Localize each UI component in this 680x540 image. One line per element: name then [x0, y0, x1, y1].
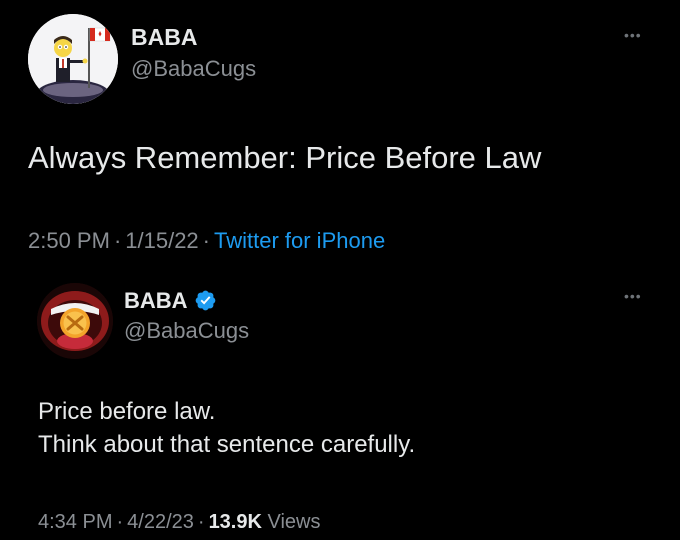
display-name[interactable]: BABA — [124, 289, 217, 312]
coin-in-mouth-avatar-icon — [37, 283, 113, 359]
verified-badge-icon — [195, 290, 215, 311]
tweet-2: BABA @BabaCugs ••• Price before law. Thi… — [0, 275, 680, 540]
tweet-text-line: Price before law. — [38, 398, 216, 425]
tweet-meta: 2:50 PM · 1/15/22 · Twitter for iPhone — [28, 230, 385, 252]
meta-separator: · — [113, 228, 122, 253]
meta-separator: · — [116, 511, 124, 533]
profile-avatar[interactable] — [28, 14, 118, 104]
tweet-time[interactable]: 4:34 PM — [38, 511, 112, 533]
more-options-icon[interactable]: ••• — [624, 28, 642, 42]
user-handle[interactable]: @BabaCugs — [131, 58, 256, 80]
views-label[interactable]: Views — [268, 511, 321, 533]
tweet-text-line: Always Remember: Price Before Law — [28, 140, 542, 175]
more-options-icon[interactable]: ••• — [624, 289, 642, 303]
tweet-time[interactable]: 2:50 PM — [28, 228, 110, 253]
meta-separator: · — [202, 228, 210, 253]
profile-avatar[interactable] — [37, 283, 113, 359]
display-name-text[interactable]: BABA — [124, 288, 188, 313]
tweet-text: Always Remember: Price Before Law — [28, 140, 541, 176]
meta-separator: · — [197, 511, 205, 533]
views-count[interactable]: 13.9K — [209, 511, 262, 533]
tweet-1: BABA @BabaCugs ••• Always Remember: Pric… — [0, 0, 680, 275]
user-handle[interactable]: @BabaCugs — [124, 320, 249, 342]
tweet-text-line: Think about that sentence carefully. — [38, 431, 416, 458]
tweet-text: Price before law. Think about that sente… — [38, 395, 415, 461]
cartoon-character-flag-avatar-icon — [28, 14, 118, 104]
tweet-meta: 4:34 PM · 4/22/23 · 13.9K Views — [38, 512, 321, 532]
display-name[interactable]: BABA — [131, 26, 197, 49]
tweet-date[interactable]: 4/22/23 — [127, 511, 194, 533]
tweet-source-link[interactable]: Twitter for iPhone — [214, 228, 385, 253]
tweet-date[interactable]: 1/15/22 — [125, 228, 198, 253]
